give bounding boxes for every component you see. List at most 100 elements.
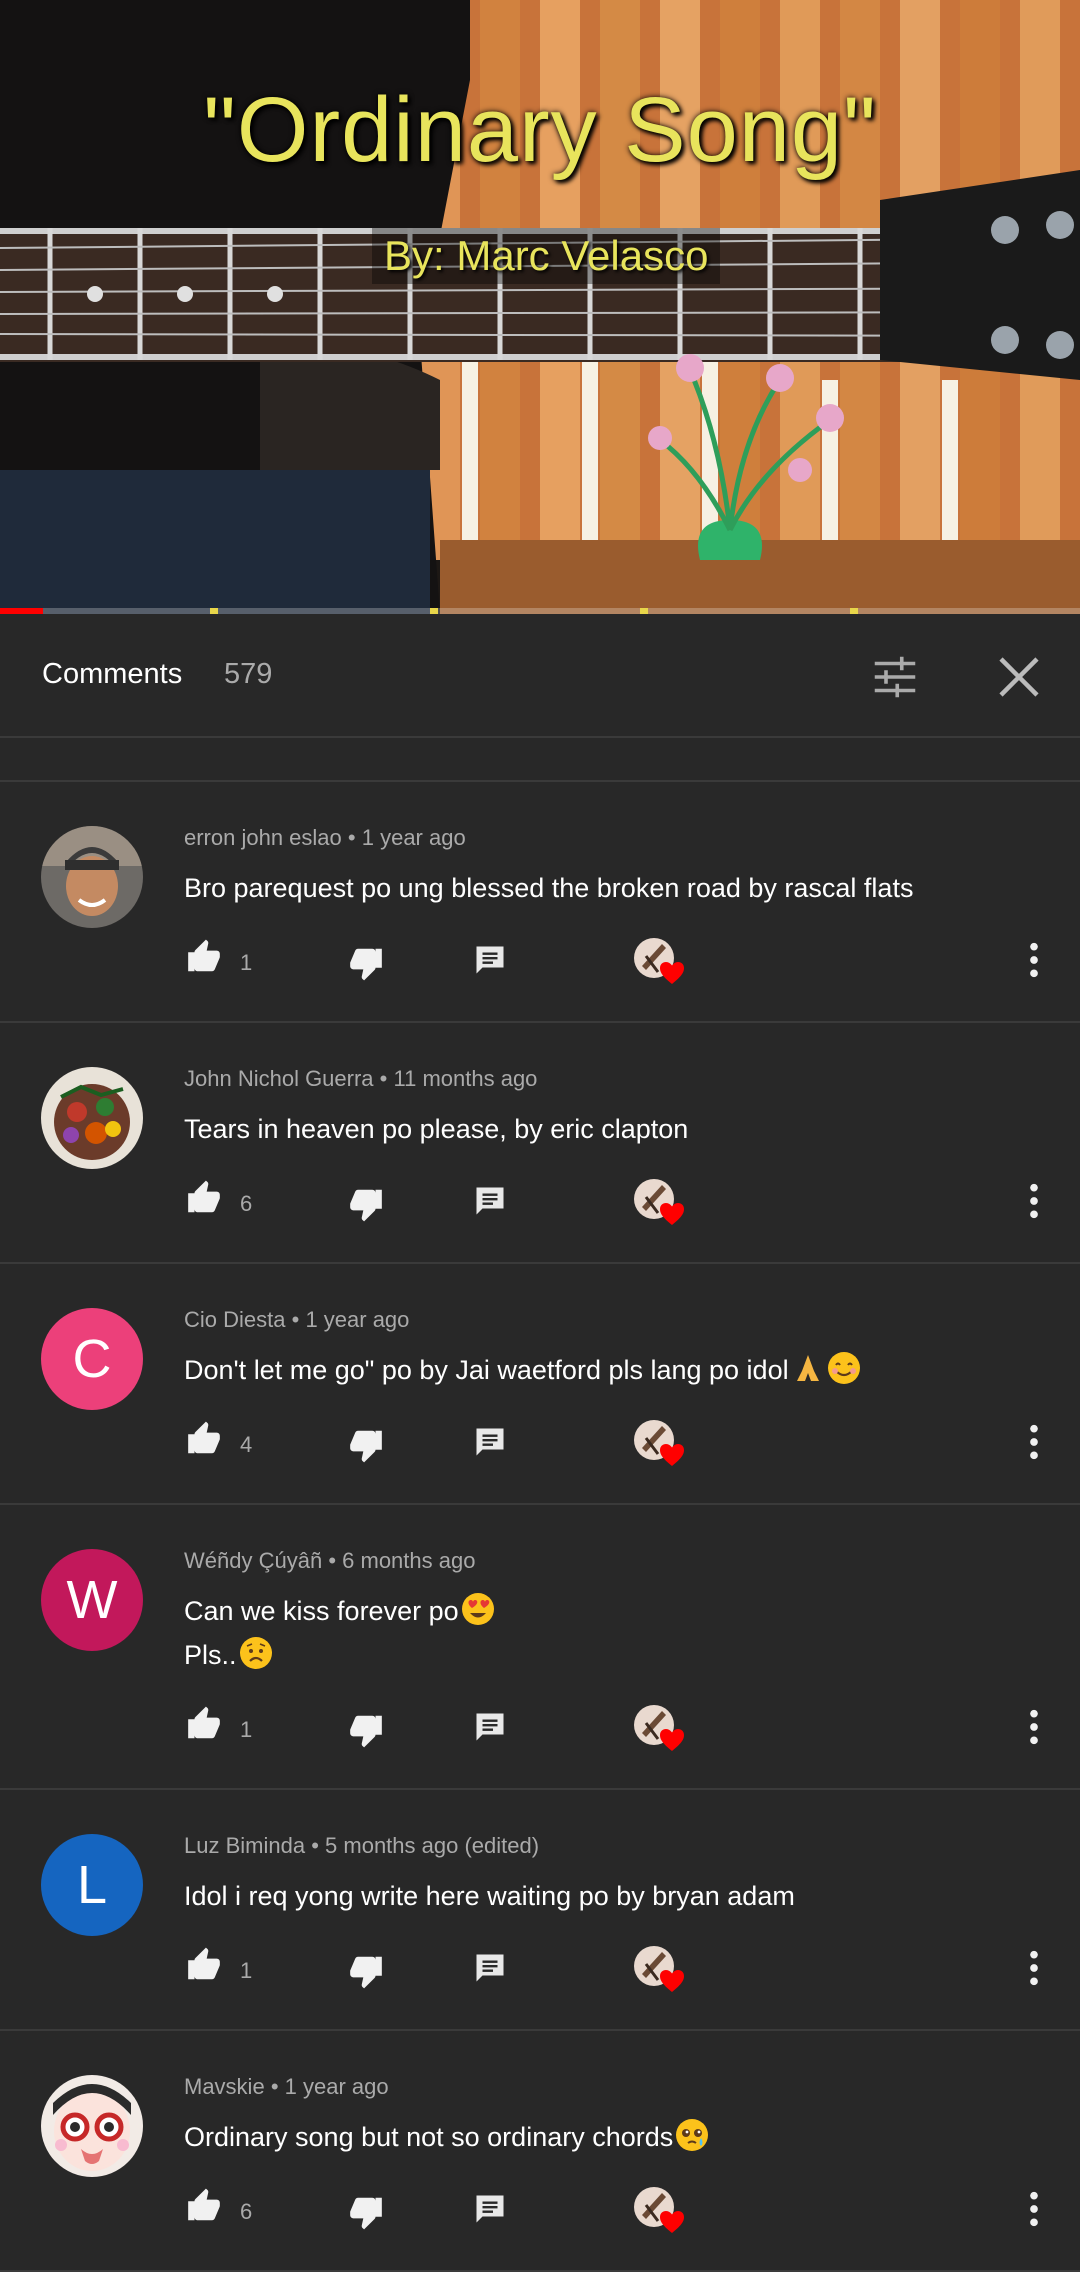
- comment-text: Tears in heaven po please, by eric clapt…: [184, 1107, 688, 1151]
- comments-title: Comments: [42, 658, 183, 690]
- comment-text-line: Can we kiss forever po: [184, 1589, 495, 1633]
- comment-item: L Luz Biminda • 5 months ago (edited) Id…: [0, 1790, 1080, 2031]
- dislike-icon[interactable]: [346, 1185, 386, 1223]
- smile-emoji-icon: [827, 1352, 860, 1384]
- comments-count: 579: [224, 658, 273, 690]
- comment-item: Mavskie • 1 year ago Ordinary song but n…: [0, 2031, 1080, 2272]
- pleading-tear-emoji-icon: [676, 2119, 709, 2151]
- reply-icon[interactable]: [472, 1709, 508, 1745]
- avatar[interactable]: C: [41, 1308, 143, 1410]
- comment-text-line: Idol i req yong write here waiting po by…: [184, 1874, 795, 1918]
- comments-header: Comments 579: [0, 614, 1080, 738]
- comment-item: C Cio Diesta • 1 year ago Don't let me g…: [0, 1264, 1080, 1505]
- like-count: 6: [240, 1191, 253, 1216]
- meta-separator: •: [270, 2074, 285, 2099]
- avatar[interactable]: [41, 2075, 143, 2177]
- dislike-icon[interactable]: [346, 1426, 386, 1464]
- reply-icon[interactable]: [472, 1183, 508, 1219]
- dislike-icon[interactable]: [346, 1952, 386, 1990]
- dislike-icon[interactable]: [346, 2193, 386, 2231]
- comment-text-line: Ordinary song but not so ordinary chords: [184, 2115, 709, 2159]
- comment-text-content: Can we kiss forever po: [184, 1596, 459, 1626]
- like-count: 4: [240, 1432, 253, 1457]
- sort-filter-icon[interactable]: [868, 650, 922, 704]
- like-icon[interactable]: [184, 1946, 224, 1984]
- avatar[interactable]: [41, 1067, 143, 1169]
- comment-author[interactable]: Luz Biminda: [184, 1833, 305, 1858]
- comment-meta: John Nichol Guerra • 11 months ago: [184, 1066, 537, 1092]
- avatar[interactable]: [41, 826, 143, 928]
- like-icon[interactable]: [184, 1420, 224, 1458]
- comment-text: Bro parequest po ung blessed the broken …: [184, 866, 913, 910]
- like-icon[interactable]: [184, 1179, 224, 1217]
- sad-emoji-icon: [239, 1637, 272, 1669]
- comment-actions: 1: [0, 1946, 1080, 1996]
- meta-separator: •: [328, 1548, 343, 1573]
- comment-text: Can we kiss forever po Pls..: [184, 1589, 495, 1677]
- comment-text: Idol i req yong write here waiting po by…: [184, 1874, 795, 1918]
- comment-actions: 6: [0, 1179, 1080, 1229]
- creator-heart-icon: [634, 2187, 684, 2233]
- comment-text: Ordinary song but not so ordinary chords: [184, 2115, 709, 2159]
- comment-text-content: Tears in heaven po please, by eric clapt…: [184, 1114, 689, 1144]
- like-icon[interactable]: [184, 2187, 224, 2225]
- dislike-icon[interactable]: [346, 1711, 386, 1749]
- avatar-photo: [41, 826, 143, 928]
- avatar[interactable]: L: [41, 1834, 143, 1936]
- comment-item: erron john eslao • 1 year ago Bro parequ…: [0, 782, 1080, 1023]
- comment-author[interactable]: erron john eslao: [184, 825, 342, 850]
- video-subtitle-overlay: By: Marc Velasco: [372, 228, 721, 284]
- comment-author[interactable]: Cio Diesta: [184, 1307, 285, 1332]
- like-count: 1: [240, 1958, 253, 1983]
- comment-text-content: Pls..: [184, 1640, 237, 1670]
- reply-icon[interactable]: [472, 942, 508, 978]
- reply-icon[interactable]: [472, 1950, 508, 1986]
- comment-text-line: Don't let me go" po by Jai waetford pls …: [184, 1348, 861, 1392]
- comment-time: 1 year ago: [305, 1307, 410, 1332]
- comment-text-line: Bro parequest po ung blessed the broken …: [184, 866, 913, 910]
- comment-text-line: Pls..: [184, 1633, 495, 1677]
- comment-meta: erron john eslao • 1 year ago: [184, 825, 466, 851]
- comment-author[interactable]: Wéñdy Çúyâñ: [184, 1548, 322, 1573]
- comment-author[interactable]: Mavskie: [184, 2074, 265, 2099]
- dislike-icon[interactable]: [346, 944, 386, 982]
- comment-text: Don't let me go" po by Jai waetford pls …: [184, 1348, 861, 1392]
- comment-text-content: Idol i req yong write here waiting po by…: [184, 1881, 795, 1911]
- close-icon[interactable]: [992, 650, 1046, 704]
- reply-icon[interactable]: [472, 2191, 508, 2227]
- previous-comment-partial: [0, 738, 1080, 782]
- reply-icon[interactable]: [472, 1424, 508, 1460]
- creator-heart-icon: [634, 938, 684, 984]
- avatar-photo: [41, 2075, 143, 2177]
- video-player[interactable]: "Ordinary Song" By: Marc Velasco: [0, 0, 1080, 614]
- heart-eyes-emoji-icon: [461, 1593, 494, 1625]
- more-options-icon[interactable]: [1024, 1181, 1044, 1221]
- comment-actions: 6: [0, 2187, 1080, 2237]
- avatar[interactable]: W: [41, 1549, 143, 1651]
- avatar-letter: C: [72, 1329, 112, 1389]
- more-options-icon[interactable]: [1024, 1707, 1044, 1747]
- more-options-icon[interactable]: [1024, 1422, 1044, 1462]
- comment-time: 1 year ago: [284, 2074, 389, 2099]
- comment-text-content: Bro parequest po ung blessed the broken …: [184, 873, 914, 903]
- meta-separator: •: [379, 1066, 394, 1091]
- comment-meta: Cio Diesta • 1 year ago: [184, 1307, 409, 1333]
- like-icon[interactable]: [184, 938, 224, 976]
- comment-item: John Nichol Guerra • 11 months ago Tears…: [0, 1023, 1080, 1264]
- comment-actions: 1: [0, 938, 1080, 988]
- comment-author[interactable]: John Nichol Guerra: [184, 1066, 374, 1091]
- meta-separator: •: [347, 825, 362, 850]
- like-count: 6: [240, 2199, 253, 2224]
- like-count: 1: [240, 950, 253, 975]
- more-options-icon[interactable]: [1024, 1948, 1044, 1988]
- comment-meta: Luz Biminda • 5 months ago (edited): [184, 1833, 539, 1859]
- pray-emoji-icon: [796, 1355, 819, 1381]
- more-options-icon[interactable]: [1024, 940, 1044, 980]
- more-options-icon[interactable]: [1024, 2189, 1044, 2229]
- avatar-photo: [41, 1067, 143, 1169]
- comment-time: 5 months ago (edited): [325, 1833, 540, 1858]
- like-icon[interactable]: [184, 1705, 224, 1743]
- comment-item: W Wéñdy Çúyâñ • 6 months ago Can we kiss…: [0, 1505, 1080, 1790]
- avatar-letter: L: [76, 1855, 108, 1915]
- creator-heart-icon: [634, 1179, 684, 1225]
